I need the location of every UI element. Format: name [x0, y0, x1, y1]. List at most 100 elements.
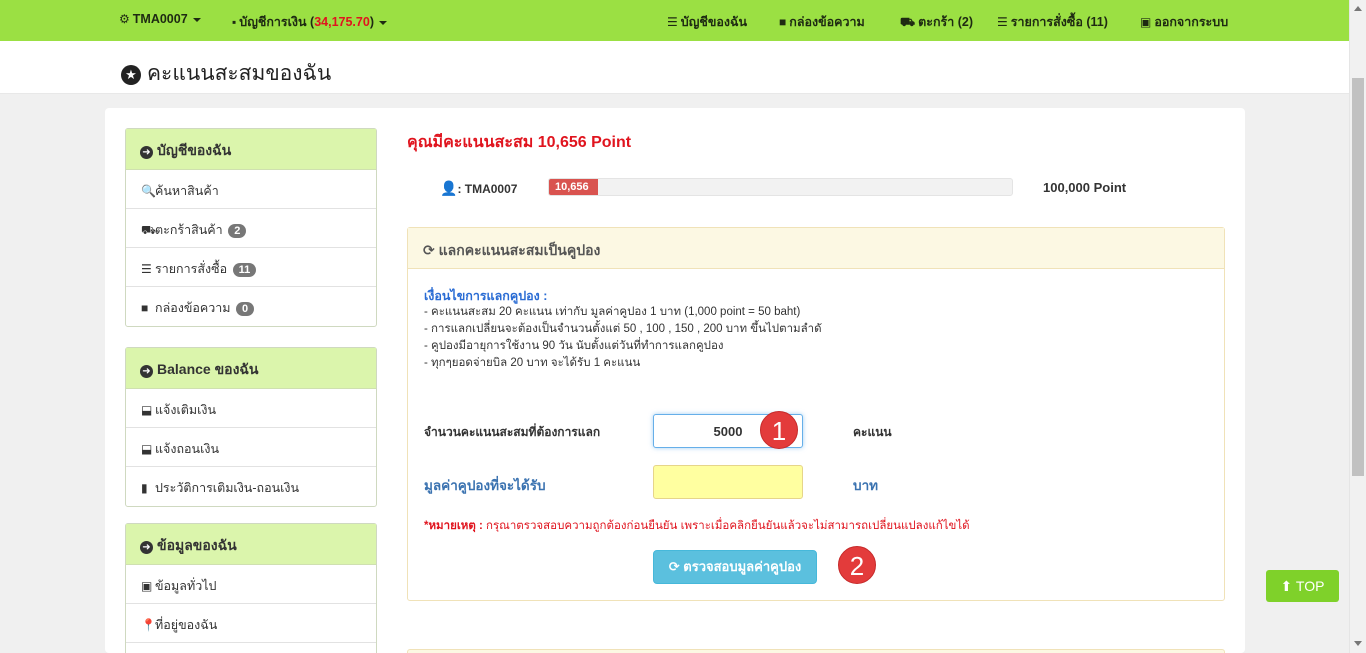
- sidebar-item-label: แจ้งถอนเงิน: [155, 442, 220, 456]
- check-coupon-value-label: ตรวจสอบมูลค่าคูปอง: [683, 559, 802, 574]
- list-icon: ☰: [667, 15, 678, 29]
- coupon-value-label: มูลค่าคูปองที่จะได้รับ: [424, 478, 546, 493]
- arrow-circle-right-icon: ➜: [140, 365, 153, 378]
- sidebar-item-label: แจ้งเติมเงิน: [155, 403, 217, 417]
- scroll-top-button[interactable]: ⬆ TOP: [1266, 570, 1339, 602]
- points-headline: คุณมีคะแนนสะสม 10,656 Point: [407, 134, 632, 151]
- sidebar-group-profile: ➜ ข้อมูลของฉัน ▣ ข้อมูลทั่วไป 📍ที่อยู่ของฉ…: [125, 523, 377, 653]
- sidebar-group-title: ข้อมูลของฉัน: [157, 537, 237, 553]
- arrow-circle-right-icon: ➜: [140, 541, 153, 554]
- nav-my-account[interactable]: ☰ บัญชีของฉัน: [667, 12, 747, 32]
- nav-logout[interactable]: ▣ ออกจากระบบ: [1140, 12, 1228, 32]
- sidebar-item-cart[interactable]: ⛟ตะกร้าสินค้า 2: [126, 209, 376, 248]
- scroll-top-label: TOP: [1295, 578, 1325, 594]
- next-panel-edge: [407, 649, 1225, 653]
- lock-icon: ▣: [1140, 15, 1152, 29]
- sidebar-item-deposit[interactable]: ⬓ แจ้งเติมเงิน: [126, 389, 376, 428]
- remark-note: *หมายเหตุ : กรุณาตรวจสอบความถูกต้องก่อนย…: [424, 517, 970, 535]
- bar-chart-icon: ▮: [141, 481, 148, 495]
- sidebar-item-withdraw[interactable]: ⬓ แจ้งถอนเงิน: [126, 428, 376, 467]
- count-badge: 11: [232, 263, 257, 277]
- condition-line: - การแลกเปลี่ยนจะต้องเป็นจำนวนตั้งแต่ 50…: [424, 323, 822, 335]
- sidebar-group-header: ➜ Balance ของฉัน: [126, 348, 376, 389]
- refresh-icon: ⟳: [668, 559, 680, 574]
- star-icon: ★: [121, 65, 141, 85]
- exchange-panel-header: ⟳ แลกคะแนนสะสมเป็นคูปอง: [408, 228, 1224, 269]
- count-badge: 0: [236, 302, 255, 316]
- sidebar-group-title: Balance ของฉัน: [157, 361, 259, 377]
- sidebar-item-general-info[interactable]: ▣ ข้อมูลทั่วไป: [126, 565, 376, 604]
- page-title-text: คะแนนสะสมของฉัน: [147, 62, 332, 85]
- user-icon: 👤: [440, 180, 458, 196]
- account-balance-label: บัญชีการเงิน (: [239, 15, 315, 29]
- points-progress-fill: 10,656: [549, 179, 599, 195]
- step-marker-2: 2: [838, 546, 876, 584]
- user-menu-label: TMA0007: [132, 12, 188, 26]
- sidebar-item-label: ค้นหาสินค้า: [155, 184, 219, 198]
- sidebar-group-title: บัญชีของฉัน: [157, 142, 232, 158]
- search-icon: 🔍: [141, 184, 156, 198]
- top-navbar: ⚙ TMA0007 ▪ บัญชีการเงิน (34,175.70) ☰ บัญช…: [0, 0, 1349, 41]
- gear-icon: ⚙: [119, 12, 130, 26]
- deposit-icon: ⬓: [141, 403, 153, 417]
- sidebar-item-label: ข้อมูลทั่วไป: [155, 579, 217, 593]
- page-scrollbar[interactable]: [1349, 0, 1366, 653]
- user-menu[interactable]: ⚙ TMA0007: [119, 12, 201, 26]
- account-balance-value: 34,175.70: [314, 15, 370, 29]
- condition-line: - ทุกๆยอดจ่ายบิล 20 บาท จะได้รับ 1 คะแนน: [424, 357, 641, 369]
- check-coupon-value-button[interactable]: ⟳ ตรวจสอบมูลค่าคูปอง: [653, 550, 817, 584]
- sidebar-item-orders[interactable]: ☰ รายการสั่งซื้อ 11: [126, 248, 376, 287]
- nav-logout-label: ออกจากระบบ: [1154, 15, 1229, 29]
- sidebar-group-header: ➜ ข้อมูลของฉัน: [126, 524, 376, 565]
- list-icon: ☰: [141, 262, 152, 276]
- chevron-down-icon: [378, 20, 387, 25]
- scroll-up-arrow-icon[interactable]: [1354, 6, 1362, 11]
- nav-orders-label: รายการสั่งซื้อ (11): [1010, 15, 1108, 29]
- scroll-down-arrow-icon[interactable]: [1354, 641, 1362, 646]
- points-user-label: : TMA0007: [457, 182, 518, 196]
- points-progress-bar: 10,656: [548, 178, 1013, 196]
- wallet-icon: ▪: [232, 15, 237, 29]
- condition-line: - คะแนนสะสม 20 คะแนน เท่ากับ มูลค่าคูปอง…: [424, 306, 801, 318]
- account-balance-close: ): [369, 15, 374, 29]
- amount-label: จำนวนคะแนนสะสมที่ต้องการแลก: [424, 425, 601, 439]
- sidebar-item-label: ประวัติการเติมเงิน-ถอนเงิน: [155, 481, 300, 495]
- page-header: ★ คะแนนสะสมของฉัน: [0, 41, 1349, 94]
- sidebar-item-address[interactable]: 📍ที่อยู่ของฉัน: [126, 604, 376, 643]
- comment-icon: ■: [141, 301, 149, 315]
- cart-icon: ⛟: [900, 15, 916, 29]
- withdraw-icon: ⬓: [141, 442, 153, 456]
- sidebar-group-account: ➜ บัญชีของฉัน 🔍ค้นหาสินค้า ⛟ตะกร้าสินค้า …: [125, 128, 377, 327]
- sidebar-item-label: รายการสั่งซื้อ: [155, 262, 228, 276]
- map-marker-icon: 📍: [141, 618, 156, 632]
- refresh-icon: ⟳: [423, 242, 435, 258]
- points-user: 👤: TMA0007: [440, 180, 517, 197]
- coupon-unit: บาท: [853, 478, 879, 493]
- page-title: ★ คะแนนสะสมของฉัน: [121, 57, 331, 90]
- nav-inbox-label: กล่องข้อความ: [789, 15, 865, 29]
- nav-inbox[interactable]: ■ กล่องข้อความ: [779, 12, 865, 32]
- id-card-icon: ▣: [141, 579, 153, 593]
- scrollbar-thumb[interactable]: [1352, 78, 1364, 476]
- nav-my-account-label: บัญชีของฉัน: [680, 15, 748, 29]
- coupon-value-field[interactable]: [653, 465, 803, 499]
- account-balance-menu[interactable]: ▪ บัญชีการเงิน (34,175.70): [232, 12, 387, 32]
- exchange-panel-title: แลกคะแนนสะสมเป็นคูปอง: [438, 242, 601, 258]
- nav-cart-label: ตะกร้า (2): [918, 15, 973, 29]
- sidebar-group-header: ➜ บัญชีของฉัน: [126, 129, 376, 170]
- nav-cart[interactable]: ⛟ ตะกร้า (2): [900, 12, 973, 32]
- count-badge: 2: [228, 224, 247, 238]
- sidebar-item-inbox[interactable]: ■ กล่องข้อความ 0: [126, 287, 376, 326]
- list-icon: ☰: [997, 15, 1008, 29]
- sidebar-item-label: กล่องข้อความ: [155, 301, 231, 315]
- arrow-up-icon: ⬆: [1280, 578, 1293, 594]
- cart-icon: ⛟: [141, 223, 157, 237]
- nav-orders[interactable]: ☰ รายการสั่งซื้อ (11): [997, 12, 1108, 32]
- condition-line: - คูปองมีอายุการใช้งาน 90 วัน นับตั้งแต่…: [424, 340, 724, 352]
- remark-prefix: *หมายเหตุ :: [424, 520, 483, 532]
- sidebar-item-history[interactable]: ▮ ประวัติการเติมเงิน-ถอนเงิน: [126, 467, 376, 506]
- sidebar-item-label: ตะกร้าสินค้า: [155, 223, 223, 237]
- points-max-label: 100,000 Point: [1043, 180, 1127, 195]
- amount-unit: คะแนน: [853, 425, 892, 439]
- sidebar-item-search-products[interactable]: 🔍ค้นหาสินค้า: [126, 170, 376, 209]
